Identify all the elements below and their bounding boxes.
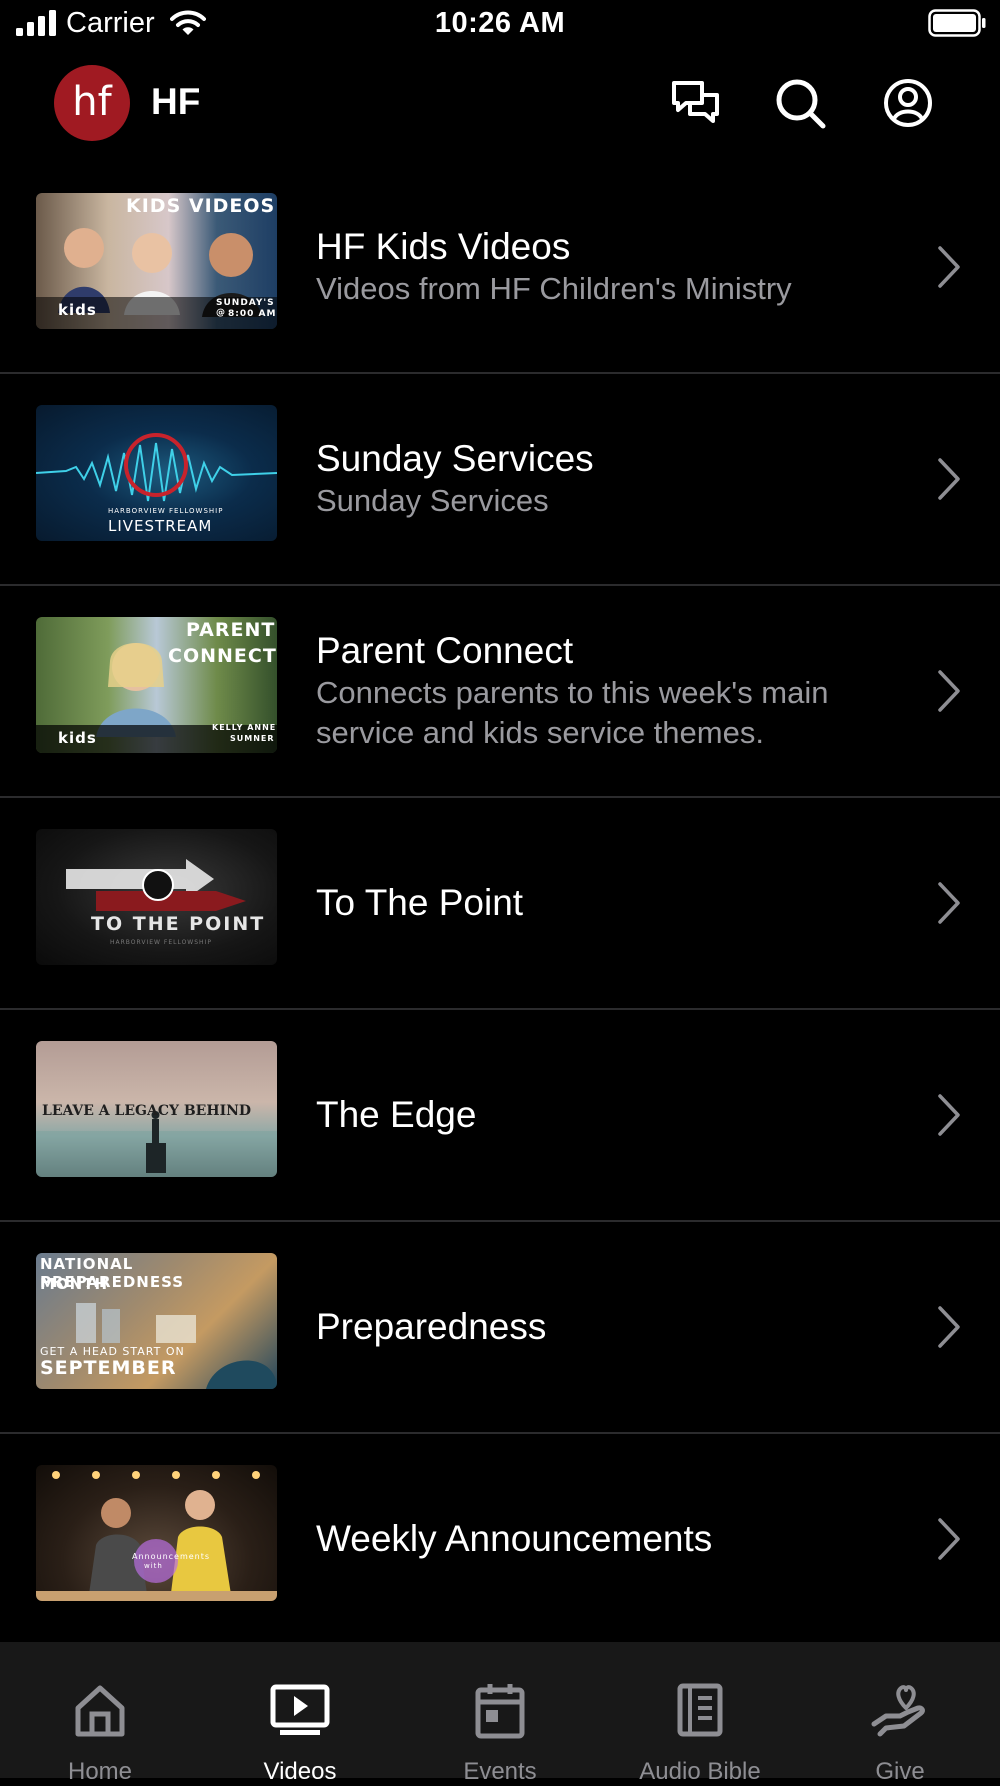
chevron-right-icon [938,246,960,288]
clock: 10:26 AM [434,7,566,39]
hosts-art [36,1471,277,1601]
thumb-caption: LEAVE A LEGACY BEHIND [42,1103,252,1119]
row-subtitle: Connects parents to this week's main ser… [316,675,829,750]
row-title: To The Point [316,882,524,923]
row-title: The Edge [316,1094,477,1135]
tab-audio-bible[interactable]: Audio Bible [600,1642,800,1785]
list-item[interactable]: KIDS VIDEOS kids SUNDAY'S @ 8:00 AM HF K… [0,162,1000,374]
tab-bar: Home Videos Events Audio Bible Give [0,1642,1000,1785]
thumb-org: HARBORVIEW FELLOWSHIP [110,939,212,946]
tab-label: Audio Bible [639,1758,761,1785]
thumb-caption-2: CONNECT [168,645,277,667]
row-title: HF Kids Videos [316,226,571,267]
chevron-right-icon [938,882,960,924]
thumb-caption-2: with [144,1562,163,1570]
thumb-caption: TO THE POINT [91,913,266,935]
thumbnail-weekly-announcements: Announcements with [36,1465,277,1601]
thumb-caption: KIDS VIDEOS [126,195,276,217]
tab-label: Videos [263,1758,337,1785]
logo-text: hf [72,79,112,125]
list-item[interactable]: PARENT CONNECT kids KELLY ANNE SUMNER Pa… [0,586,1000,798]
status-bar: Carrier 10:26 AM [0,0,1000,50]
list-item[interactable]: TO THE POINT HARBORVIEW FELLOWSHIP To Th… [0,798,1000,1010]
chevron-right-icon [938,670,960,712]
row-title: Sunday Services [316,438,594,479]
chevron-right-icon [938,1094,960,1136]
thumbnail-sunday-services: HARBORVIEW FELLOWSHIP LIVESTREAM [36,405,277,541]
tab-videos[interactable]: Videos [200,1642,400,1785]
chevron-right-icon [938,1306,960,1348]
book-icon [677,1683,723,1737]
battery-icon [928,9,986,37]
thumb-brand: kids [58,301,97,319]
search-button[interactable] [771,73,831,133]
tab-give[interactable]: Give [800,1642,1000,1785]
thumb-org: HARBORVIEW FELLOWSHIP [108,507,224,515]
chevron-right-icon [938,458,960,500]
thumb-host-last: SUMNER [230,734,275,743]
heart-hand-icon [871,1685,925,1737]
row-title: Weekly Announcements [316,1518,713,1559]
tab-events[interactable]: Events [400,1642,600,1785]
chevron-right-icon [938,1518,960,1560]
thumb-schedule-time: 8:00 AM [228,309,277,319]
account-icon [884,79,932,127]
thumbnail-parent-connect: PARENT CONNECT kids KELLY ANNE SUMNER [36,617,277,753]
search-icon [776,79,826,129]
thumb-caption: LIVESTREAM [108,517,213,535]
thumb-caption: PARENT [186,619,276,641]
play-icon [270,1684,330,1735]
tab-home[interactable]: Home [0,1642,200,1785]
thumb-brand: kids [58,729,97,747]
row-subtitle: Videos from HF Children's Ministry [316,271,792,306]
row-title: Parent Connect [316,630,574,671]
thumbnail-preparedness: NATIONAL PREPAREDNESS MONTH GET A HEAD S… [36,1253,277,1389]
messages-button[interactable] [666,73,726,133]
tab-label: Give [875,1758,925,1785]
list-item[interactable]: NATIONAL PREPAREDNESS MONTH GET A HEAD S… [0,1222,1000,1434]
app-title: HF [151,81,201,122]
thumb-host-first: KELLY ANNE [212,723,277,732]
list-item[interactable]: Announcements with Weekly Announcements [0,1434,1000,1646]
tab-label: Home [67,1758,133,1785]
row-subtitle: Sunday Services [316,483,549,518]
app-logo[interactable]: hf [54,65,130,141]
video-list: KIDS VIDEOS kids SUNDAY'S @ 8:00 AM HF K… [0,162,1000,1646]
list-item[interactable]: HARBORVIEW FELLOWSHIP LIVESTREAM Sunday … [0,374,1000,586]
tab-label: Events [463,1758,537,1785]
home-icon [75,1685,125,1737]
thumb-caption: Announcements [132,1552,211,1561]
chat-icon [672,81,719,123]
thumb-caption-2: MONTH [40,1275,109,1293]
thumbnail-the-edge: LEAVE A LEGACY BEHIND [36,1041,277,1177]
calendar-icon [475,1684,525,1739]
thumbnail-kids-videos: KIDS VIDEOS kids SUNDAY'S @ 8:00 AM [36,193,277,329]
app-header: hf HF [0,55,1000,150]
thumb-caption-4: SEPTEMBER [40,1357,177,1379]
list-item[interactable]: LEAVE A LEGACY BEHIND The Edge [0,1010,1000,1222]
profile-button[interactable] [878,73,938,133]
thumbnail-to-the-point: TO THE POINT HARBORVIEW FELLOWSHIP [36,829,277,965]
row-title: Preparedness [316,1306,547,1347]
